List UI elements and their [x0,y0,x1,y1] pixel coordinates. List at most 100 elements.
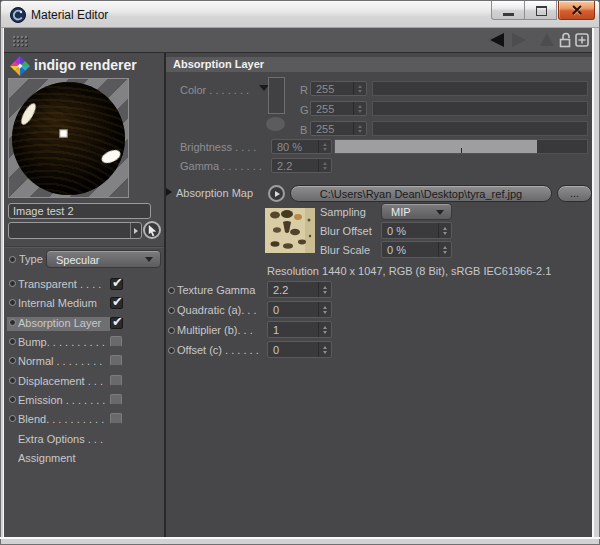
quadratic-spinner[interactable] [318,302,331,317]
type-option-dot[interactable] [9,256,16,263]
chevron-down-icon [145,257,153,262]
checkbox-unchecked[interactable] [110,355,122,366]
g-slider[interactable] [372,101,588,116]
multiplier-field[interactable]: 1 [267,321,332,338]
r-slider[interactable] [372,81,588,96]
type-value: Specular [56,254,99,267]
panel-header: Absorption Layer [166,57,592,72]
multiplier-dot[interactable] [168,327,175,334]
brightness-spinner[interactable] [318,140,331,153]
texture-gamma-spinner[interactable] [318,282,331,297]
checkbox-unchecked[interactable] [110,336,122,347]
browse-button[interactable]: ... [557,185,592,202]
checkbox-checked[interactable] [110,317,123,329]
sidebar-divider [4,246,164,247]
assignment-item[interactable]: Assignment [7,452,161,466]
channel-transparent[interactable]: Transparent . . . . [7,278,161,292]
channel-bump[interactable]: Bump. . . . . . . . . . [7,336,161,350]
quadratic-field[interactable]: 0 [267,301,332,318]
window-title: Material Editor [31,8,108,22]
absorption-map-expander-icon[interactable] [166,188,172,196]
checkbox-checked[interactable] [110,297,123,309]
multiplier-spinner[interactable] [318,322,331,337]
brightness-field[interactable]: 80 % [271,139,332,154]
gamma-field[interactable]: 2.2 [271,158,332,173]
brightness-slider[interactable] [334,139,588,154]
maximize-button[interactable] [524,1,557,20]
quadratic-dot[interactable] [168,307,175,314]
color-label: Color . . . . . . . [180,84,249,96]
shader-link-field[interactable] [8,222,142,239]
cursor-icon [146,224,159,237]
drag-grip-icon[interactable] [12,35,28,47]
type-dropdown[interactable]: Specular [46,250,161,268]
offset-spinner[interactable] [318,342,331,357]
brightness-label: Brightness . . . . [180,141,256,153]
lock-icon[interactable] [559,32,572,48]
back-icon[interactable] [490,33,504,47]
absorption-map-path-button[interactable]: C:\Users\Ryan Dean\Desktop\tyra_ref.jpg [290,185,552,202]
extra-options-item[interactable]: Extra Options . . . [7,433,161,447]
maximize-icon [536,6,547,16]
offset-field[interactable]: 0 [267,341,332,358]
g-field[interactable]: 255 [310,101,367,116]
pick-object-button[interactable] [143,221,161,239]
color-swatch[interactable] [268,77,285,114]
quadratic-label: Quadratic (a). . . [177,304,256,316]
channel-emission[interactable]: Emission . . . . . . . [7,394,161,408]
checkbox-unchecked[interactable] [110,413,122,424]
texture-gamma-dot[interactable] [168,287,175,294]
blur-scale-spinner[interactable] [438,242,451,257]
blur-scale-label: Blur Scale [320,244,370,256]
material-editor-window: Material Editor [0,0,600,545]
play-icon [275,191,280,197]
color-wheel-button[interactable] [266,117,285,131]
b-slider[interactable] [372,121,588,136]
sampling-dropdown[interactable]: MIP [381,203,452,220]
b-label: B [300,124,307,136]
texture-thumbnail[interactable] [265,208,315,253]
r-label: R [300,84,308,96]
brand-name: indigo renderer [34,57,137,73]
close-button[interactable] [558,1,595,20]
sidebar: indigo renderer Image test 2 Type Specul… [4,53,164,537]
r-field[interactable]: 255 [310,81,367,96]
absorption-map-label: Absorption Map [176,187,253,199]
channel-internal-medium[interactable]: Internal Medium [7,297,161,311]
shader-link-arrow-button[interactable] [130,223,142,238]
material-name-input[interactable]: Image test 2 [8,203,151,219]
texture-gamma-label: Texture Gamma [177,284,255,296]
app-icon [10,7,26,23]
r-spinner[interactable] [353,82,366,95]
g-spinner[interactable] [353,102,366,115]
blur-offset-spinner[interactable] [438,223,451,238]
b-field[interactable]: 255 [310,121,367,136]
channel-displacement[interactable]: Displacement . . . [7,375,161,389]
up-icon[interactable] [540,33,554,46]
multiplier-label: Multiplier (b). . . [177,324,253,336]
brightness-slider-fill [335,140,537,153]
channel-absorption-layer[interactable]: Absorption Layer [7,317,110,331]
checkbox-unchecked[interactable] [110,394,122,405]
blur-scale-field[interactable]: 0 % [381,241,452,258]
blur-offset-field[interactable]: 0 % [381,222,452,239]
offset-label: Offset (c) . . . . . . [177,344,259,356]
window-titlebar[interactable]: Material Editor [0,0,600,28]
checkbox-unchecked[interactable] [110,375,122,386]
chevron-down-icon [436,210,444,215]
type-label: Type [19,253,43,265]
b-spinner[interactable] [353,122,366,135]
absorption-map-menu-button[interactable] [268,185,285,202]
offset-dot[interactable] [168,347,175,354]
checkbox-checked[interactable] [110,278,123,290]
toolbar [4,28,592,53]
channel-blend[interactable]: Blend. . . . . . . . . . [7,413,161,427]
texture-gamma-field[interactable]: 2.2 [267,281,332,298]
forward-icon[interactable] [512,33,526,47]
gamma-spinner[interactable] [318,159,331,172]
brightness-slider-tick [461,148,462,153]
material-preview[interactable] [8,78,129,198]
add-icon[interactable] [575,33,589,47]
minimize-button[interactable] [491,1,525,20]
channel-normal[interactable]: Normal . . . . . . . . [7,355,161,369]
